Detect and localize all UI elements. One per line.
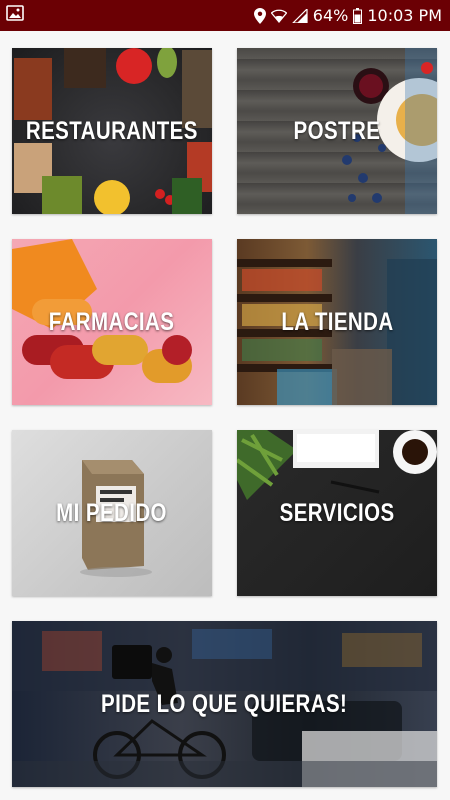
postre-label: POSTRE	[293, 116, 381, 145]
location-icon	[253, 7, 266, 24]
category-pide-lo-que-quieras[interactable]: PIDE LO QUE QUIERAS!	[12, 621, 437, 787]
gallery-icon	[6, 5, 24, 25]
mi-pedido-label: MI PEDIDO	[56, 498, 168, 527]
category-restaurantes[interactable]: RESTAURANTES	[12, 48, 212, 214]
signal-icon	[291, 8, 308, 23]
farmacias-label: FARMACIAS	[49, 307, 175, 336]
la-tienda-label: LA TIENDA	[280, 307, 394, 336]
category-mi-pedido[interactable]: MI PEDIDO	[12, 430, 212, 596]
category-farmacias[interactable]: FARMACIAS	[12, 239, 212, 405]
category-la-tienda[interactable]: LA TIENDA	[237, 239, 437, 405]
battery-percent: 64%	[312, 6, 349, 25]
restaurantes-label: RESTAURANTES	[26, 116, 198, 145]
servicios-label: SERVICIOS	[279, 498, 395, 527]
clock: 10:03 PM	[367, 6, 442, 25]
category-servicios[interactable]: SERVICIOS	[237, 430, 437, 596]
wifi-icon	[270, 9, 287, 23]
pide-label: PIDE LO QUE QUIERAS!	[101, 689, 348, 718]
category-postre[interactable]: POSTRE	[237, 48, 437, 214]
battery-icon	[353, 7, 363, 24]
status-bar: 64% 10:03 PM	[0, 0, 450, 31]
